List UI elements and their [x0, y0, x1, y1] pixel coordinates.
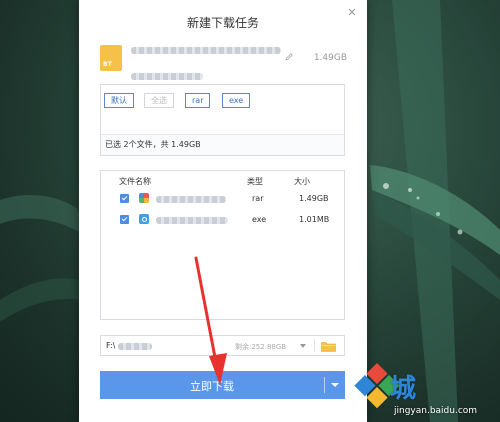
file-name-blurred	[156, 196, 226, 203]
task-total-size: 1.49GB	[313, 53, 347, 63]
save-path-selector[interactable]: F:\ 剩余:252.88GB	[100, 335, 345, 356]
button-divider	[324, 377, 325, 393]
download-now-label: 立即下载	[190, 380, 234, 393]
file-size: 1.49GB	[299, 194, 329, 203]
chevron-down-icon[interactable]	[331, 383, 339, 387]
table-row[interactable]: rar 1.49GB	[101, 189, 344, 209]
watermark-url: jingyan.baidu.com	[394, 406, 478, 416]
edit-icon[interactable]	[284, 52, 294, 62]
baidu-jingyan-watermark: 城 jingyan.baidu.com	[352, 360, 500, 422]
selected-files-summary: 已选 2个文件，共 1.49GB	[101, 134, 344, 155]
close-icon[interactable]: ✕	[345, 6, 359, 20]
free-space-label: 剩余:252.88GB	[235, 343, 287, 351]
filter-rar-chip[interactable]: rar	[185, 93, 211, 108]
row-checkbox[interactable]	[120, 194, 129, 203]
column-header-type: 类型	[247, 177, 263, 186]
bt-file-icon-tag: BT	[103, 61, 112, 68]
file-type-filter: 默认 全选 rar exe 已选 2个文件，共 1.49GB	[100, 84, 345, 156]
bt-file-icon: BT	[100, 45, 122, 71]
dialog-title: 新建下载任务	[186, 16, 259, 30]
row-checkbox[interactable]	[120, 215, 129, 224]
folder-icon[interactable]	[321, 341, 336, 352]
task-name-blurred	[131, 46, 281, 84]
filter-select-all-chip[interactable]: 全选	[144, 93, 174, 108]
chevron-down-icon[interactable]	[300, 344, 306, 348]
table-row[interactable]: exe 1.01MB	[101, 210, 344, 230]
watermark-brand: 城	[390, 368, 417, 405]
filter-default-chip[interactable]: 默认	[104, 93, 134, 108]
filter-exe-chip[interactable]: exe	[222, 93, 251, 108]
rar-archive-icon	[139, 193, 149, 203]
file-type: rar	[252, 194, 264, 203]
save-path-blurred	[118, 343, 152, 350]
column-header-size: 大小	[294, 177, 310, 186]
save-path-drive: F:\	[106, 341, 116, 350]
file-name-blurred	[156, 217, 228, 224]
file-size: 1.01MB	[299, 215, 330, 224]
file-list-table: 文件名称 类型 大小 rar 1.49GB exe 1.01MB	[100, 170, 345, 320]
download-now-button[interactable]: 立即下载	[100, 371, 345, 399]
column-header-name: 文件名称	[119, 177, 151, 186]
exe-file-icon	[139, 214, 149, 224]
watermark-brand-char: 城	[390, 374, 418, 404]
path-divider	[314, 339, 315, 352]
new-download-task-dialog: 新建下载任务 ✕ BT 1.49GB 默认 全选 rar exe 已选 2个文件…	[79, 0, 367, 422]
file-type: exe	[252, 215, 267, 224]
